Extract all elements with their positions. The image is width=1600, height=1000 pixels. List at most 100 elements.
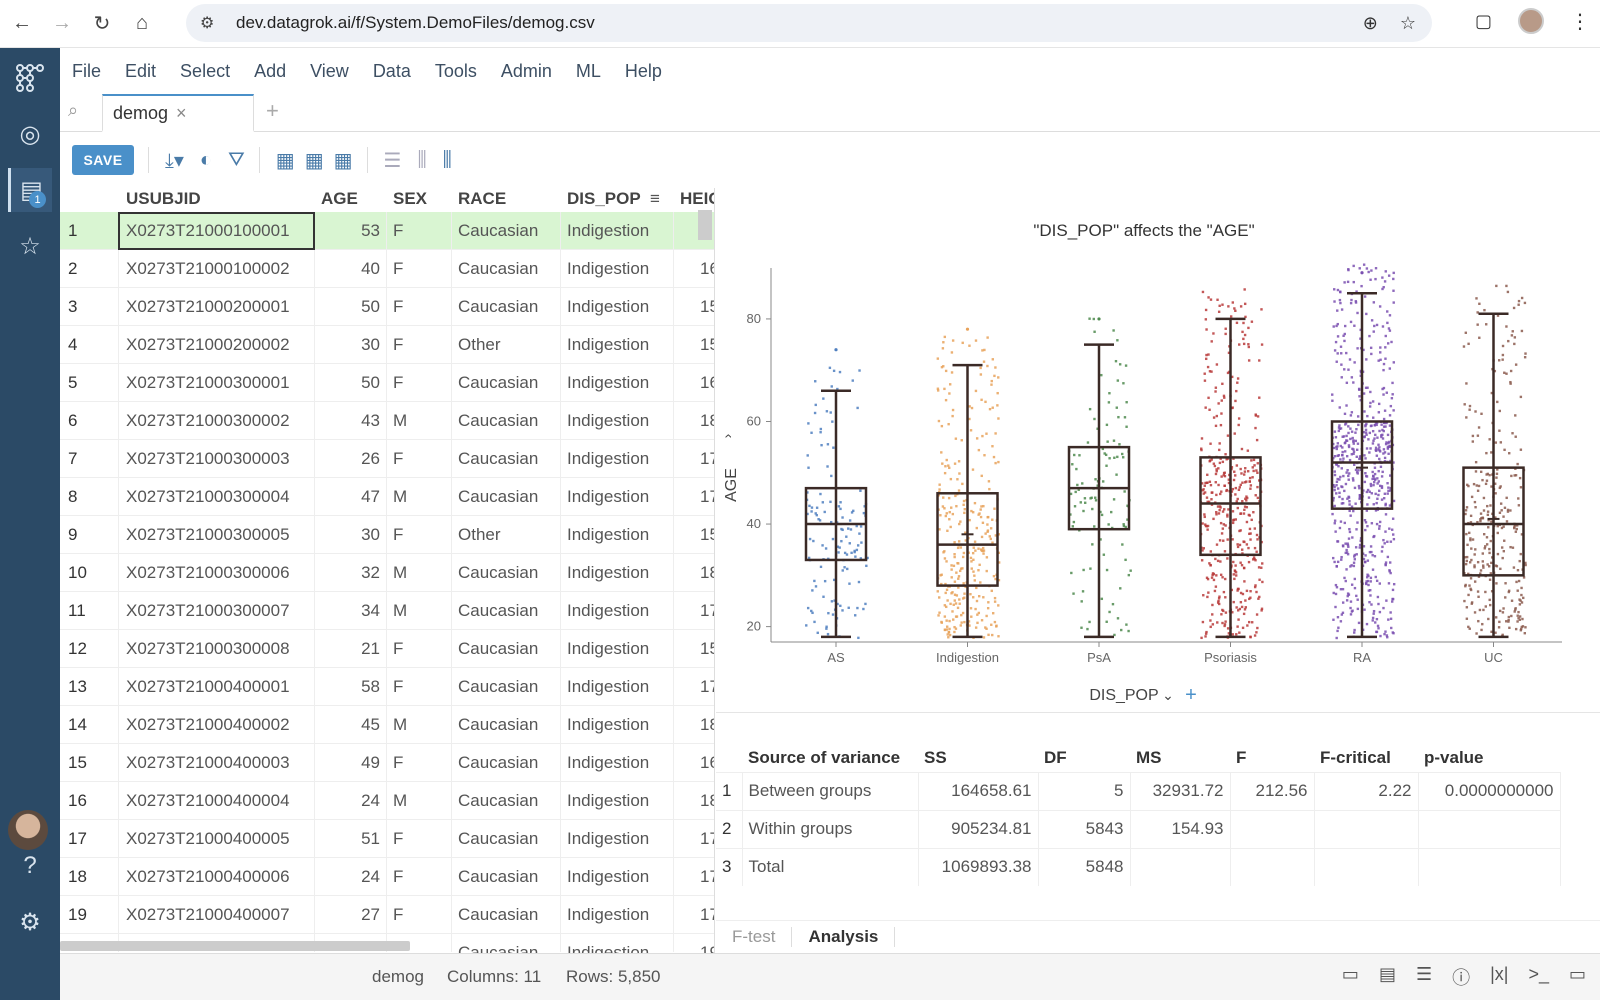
- usubjid-cell[interactable]: X0273T21000400005: [126, 829, 290, 849]
- usubjid-cell[interactable]: X0273T21000400003: [126, 753, 290, 773]
- help-icon[interactable]: ?: [8, 844, 52, 888]
- row-number[interactable]: 3: [68, 297, 77, 317]
- sex-cell[interactable]: M: [393, 601, 407, 621]
- race-cell[interactable]: Caucasian: [458, 677, 538, 697]
- sex-cell[interactable]: F: [393, 221, 403, 241]
- status-table-name[interactable]: demog: [372, 967, 424, 987]
- race-cell[interactable]: Caucasian: [458, 639, 538, 659]
- status-columns[interactable]: Columns: 11: [447, 967, 541, 987]
- back-icon[interactable]: ←: [4, 6, 40, 42]
- table-row[interactable]: 6 X0273T21000300002 43 M Caucasian Indigestio…: [60, 402, 714, 440]
- sliders-icon[interactable]: ☰: [1416, 964, 1432, 990]
- bookmark-star-icon[interactable]: ☆: [1400, 13, 1416, 34]
- age-cell[interactable]: 34: [318, 601, 380, 621]
- race-cell[interactable]: Caucasian: [458, 601, 538, 621]
- race-cell[interactable]: Caucasian: [458, 487, 538, 507]
- sex-cell[interactable]: F: [393, 753, 403, 773]
- datagrok-logo-icon[interactable]: [8, 56, 52, 100]
- sex-cell[interactable]: F: [393, 677, 403, 697]
- layout-split-icon[interactable]: ▦: [334, 148, 353, 173]
- height-cell[interactable]: 15: [700, 297, 714, 317]
- menu-ml[interactable]: ML: [576, 61, 601, 82]
- age-cell[interactable]: 47: [318, 487, 380, 507]
- height-cell[interactable]: 17: [700, 487, 714, 507]
- table-row[interactable]: 5 X0273T21000300001 50 F Caucasian Indigestio…: [60, 364, 714, 402]
- menu-edit[interactable]: Edit: [125, 61, 156, 82]
- dis-pop-cell[interactable]: Indigestion: [567, 563, 649, 583]
- dis-pop-cell[interactable]: Indigestion: [567, 259, 649, 279]
- column-header-usubjid[interactable]: USUBJID: [126, 189, 201, 209]
- height-cell[interactable]: 18: [700, 715, 714, 735]
- horizontal-scrollbar[interactable]: [60, 941, 410, 951]
- status-rows[interactable]: Rows: 5,850: [566, 967, 661, 987]
- age-cell[interactable]: 24: [318, 791, 380, 811]
- race-cell[interactable]: Caucasian: [458, 829, 538, 849]
- column-header-race[interactable]: RACE: [458, 189, 506, 209]
- row-number[interactable]: 10: [68, 563, 87, 583]
- dis-pop-cell[interactable]: Indigestion: [567, 297, 649, 317]
- settings-gear-icon[interactable]: ⚙: [8, 900, 52, 944]
- race-cell[interactable]: Caucasian: [458, 943, 538, 953]
- usubjid-cell[interactable]: X0273T21000100002: [126, 259, 290, 279]
- dis-pop-cell[interactable]: Indigestion: [567, 335, 649, 355]
- sex-cell[interactable]: F: [393, 525, 403, 545]
- dis-pop-cell[interactable]: Indigestion: [567, 791, 649, 811]
- row-number[interactable]: 18: [68, 867, 87, 887]
- sex-cell[interactable]: F: [393, 905, 403, 925]
- height-cell[interactable]: 17: [700, 449, 714, 469]
- usubjid-cell[interactable]: X0273T21000400004: [126, 791, 290, 811]
- column-header-sex[interactable]: SEX: [393, 189, 427, 209]
- table-row[interactable]: 14 X0273T21000400002 45 M Caucasian Indigesti…: [60, 706, 714, 744]
- dis-pop-cell[interactable]: Indigestion: [567, 867, 649, 887]
- height-cell[interactable]: 19: [700, 943, 714, 953]
- row-number[interactable]: 15: [68, 753, 87, 773]
- usubjid-cell[interactable]: X0273T21000300008: [126, 639, 290, 659]
- dis-pop-cell[interactable]: Indigestion: [567, 905, 649, 925]
- usubjid-cell[interactable]: X0273T21000200002: [126, 335, 290, 355]
- age-cell[interactable]: 40: [318, 259, 380, 279]
- race-cell[interactable]: Caucasian: [458, 411, 538, 431]
- row-number[interactable]: 11: [68, 601, 86, 621]
- height-cell[interactable]: 18: [700, 791, 714, 811]
- layout-icon[interactable]: ▭: [1342, 964, 1359, 990]
- box-plot[interactable]: "DIS_POP" affects the "AGE" 20 40 60 80 AGE › A…: [716, 200, 1600, 710]
- site-settings-icon[interactable]: ⚙: [200, 13, 222, 33]
- dis-pop-cell[interactable]: Indigestion: [567, 525, 649, 545]
- table-row[interactable]: 18 X0273T21000400006 24 F Caucasian Indigesti…: [60, 858, 714, 896]
- reload-icon[interactable]: ↻: [84, 6, 120, 42]
- table-row[interactable]: 15 X0273T21000400003 49 F Caucasian Indigesti…: [60, 744, 714, 782]
- row-number[interactable]: 9: [68, 525, 77, 545]
- height-cell[interactable]: 15: [700, 525, 714, 545]
- sex-cell[interactable]: F: [393, 639, 403, 659]
- table-row[interactable]: 17 X0273T21000400005 51 F Caucasian Indigesti…: [60, 820, 714, 858]
- age-cell[interactable]: 30: [318, 335, 380, 355]
- height-cell[interactable]: 16: [700, 753, 714, 773]
- dis-pop-cell[interactable]: Indigestion: [567, 829, 649, 849]
- usubjid-cell[interactable]: X0273T21000200001: [126, 297, 290, 317]
- age-cell[interactable]: 24: [318, 867, 380, 887]
- race-cell[interactable]: Caucasian: [458, 563, 538, 583]
- row-list-icon[interactable]: ☰: [384, 148, 402, 173]
- age-cell[interactable]: 49: [318, 753, 380, 773]
- dis-pop-cell[interactable]: Indigestion: [567, 753, 649, 773]
- dis-pop-cell[interactable]: Indigestion: [567, 601, 649, 621]
- dis-pop-cell[interactable]: Indigestion: [567, 943, 649, 953]
- sex-cell[interactable]: M: [393, 715, 407, 735]
- columns-icon[interactable]: ⫼: [417, 149, 426, 172]
- height-cell[interactable]: 15: [700, 639, 714, 659]
- zoom-icon[interactable]: ⊕: [1363, 13, 1378, 34]
- menu-admin[interactable]: Admin: [501, 61, 552, 82]
- sex-cell[interactable]: M: [393, 487, 407, 507]
- race-cell[interactable]: Other: [458, 335, 501, 355]
- data-grid[interactable]: USUBJID AGE SEX RACE DIS_POP ≡ HEIG 1X02…: [60, 188, 715, 953]
- dis-pop-cell[interactable]: Indigestion: [567, 715, 649, 735]
- column-header-height[interactable]: HEIG: [680, 189, 714, 209]
- race-cell[interactable]: Other: [458, 525, 501, 545]
- height-cell[interactable]: 17: [700, 677, 714, 697]
- age-cell[interactable]: 26: [318, 449, 380, 469]
- save-button[interactable]: SAVE: [72, 145, 134, 175]
- menu-tools[interactable]: Tools: [435, 61, 477, 82]
- table-row[interactable]: 12 X0273T21000300008 21 F Caucasian Indigesti…: [60, 630, 714, 668]
- sex-cell[interactable]: M: [393, 791, 407, 811]
- height-cell[interactable]: 18: [700, 411, 714, 431]
